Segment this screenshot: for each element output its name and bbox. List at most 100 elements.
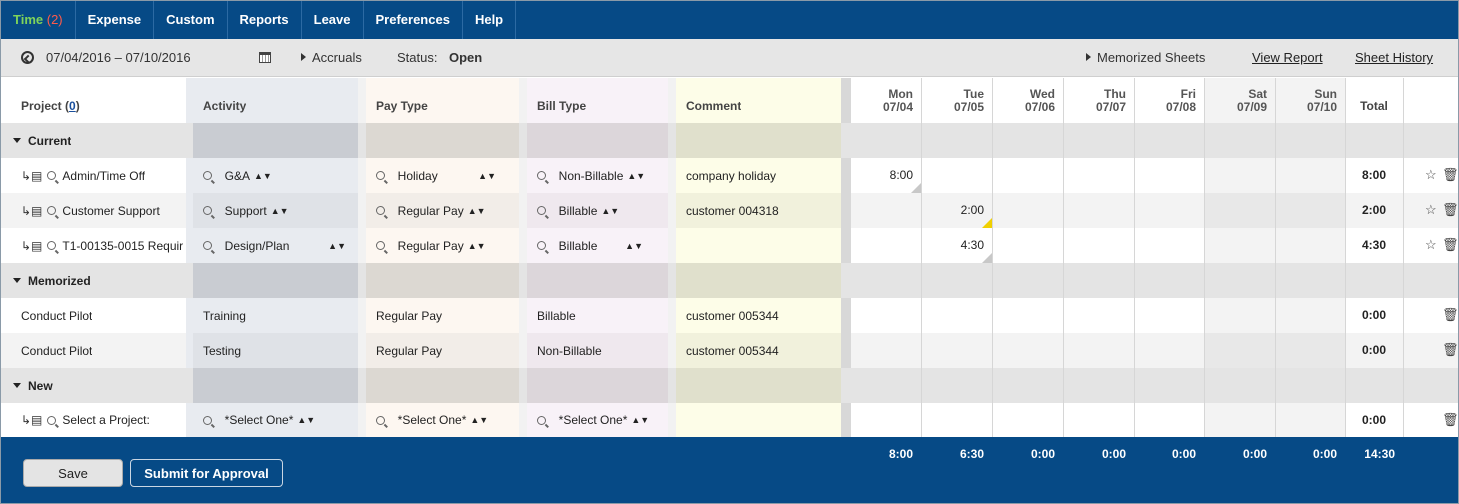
search-icon[interactable]: [47, 415, 57, 425]
hours-tue[interactable]: 4:30: [921, 238, 984, 252]
tab-time[interactable]: Time (2): [1, 1, 76, 39]
trash-icon[interactable]: 🗑: [1442, 167, 1458, 183]
search-icon[interactable]: [537, 171, 546, 180]
search-icon[interactable]: [376, 241, 385, 250]
sheet-history-link[interactable]: Sheet History: [1355, 39, 1433, 77]
section-current-label[interactable]: Current: [13, 123, 71, 158]
project-cell[interactable]: ↳▤ Customer Support: [21, 193, 160, 228]
link-copy-icon[interactable]: ↳▤: [21, 239, 42, 253]
comment-field[interactable]: customer 004318: [686, 193, 779, 228]
previous-period-icon[interactable]: [21, 39, 34, 77]
link-copy-icon[interactable]: ↳▤: [21, 169, 42, 183]
project-cell[interactable]: ↳▤ Select a Project:: [21, 403, 150, 437]
search-icon[interactable]: [537, 241, 546, 250]
star-icon[interactable]: ☆: [1425, 202, 1437, 218]
row-total: 2:00: [1361, 203, 1387, 217]
timesheet-grid: Project (0) Activity Pay Type Bill Type …: [1, 78, 1458, 437]
paytype-select[interactable]: Regular Pay ▲▼: [376, 193, 486, 228]
updown-arrows-icon: ▲▼: [627, 170, 646, 181]
day-total-sun: 0:00: [1312, 447, 1337, 461]
trash-icon[interactable]: 🗑: [1442, 412, 1458, 428]
activity-select[interactable]: Support ▲▼: [203, 193, 289, 228]
top-nav: Time (2) Expense Custom Reports Leave Pr…: [1, 1, 1458, 39]
day-total-thu: 0:00: [1101, 447, 1126, 461]
search-icon[interactable]: [47, 241, 57, 250]
updown-arrows-icon: ▲▼: [270, 205, 289, 216]
tab-help[interactable]: Help: [463, 1, 517, 39]
toolbar: 07/04/2016 – 07/10/2016 Accruals Status:…: [1, 39, 1458, 77]
billtype-select[interactable]: Billable ▲▼: [537, 228, 643, 263]
tab-reports[interactable]: Reports: [228, 1, 302, 39]
project-count-link[interactable]: 0: [69, 99, 76, 113]
section-new-label[interactable]: New: [13, 368, 53, 403]
comment-field[interactable]: company holiday: [686, 158, 776, 193]
tab-preferences[interactable]: Preferences: [364, 1, 463, 39]
note-corner[interactable]: [911, 183, 921, 193]
day-header-thu: Thu 07/07: [1095, 87, 1126, 114]
table-row: ↳▤ Customer Support Support ▲▼ Regular Pay…: [1, 193, 1458, 228]
paytype-select[interactable]: Regular Pay ▲▼: [376, 228, 486, 263]
trash-icon[interactable]: 🗑: [1442, 237, 1458, 253]
updown-arrows-icon: ▲▼: [625, 240, 643, 251]
search-icon[interactable]: [537, 415, 546, 425]
hours-tue[interactable]: 2:00: [921, 203, 984, 217]
tab-leave[interactable]: Leave: [302, 1, 364, 39]
note-corner[interactable]: [982, 253, 992, 263]
calendar-icon[interactable]: [259, 39, 271, 77]
accruals-label: Accruals: [312, 50, 362, 65]
updown-arrows-icon: ▲▼: [478, 170, 496, 181]
project-header: Project (0): [21, 99, 80, 113]
updown-arrows-icon: ▲▼: [470, 415, 489, 425]
tab-time-label: Time: [13, 12, 44, 27]
billtype-select[interactable]: Non-Billable ▲▼: [537, 158, 645, 193]
section-memorized[interactable]: Memorized: [1, 263, 1458, 298]
section-new[interactable]: New: [1, 368, 1458, 403]
activity-select[interactable]: *Select One* ▲▼: [203, 403, 315, 437]
accruals-toggle[interactable]: Accruals: [301, 39, 362, 77]
search-icon[interactable]: [537, 206, 546, 215]
search-icon[interactable]: [203, 415, 212, 425]
tab-expense[interactable]: Expense: [76, 1, 155, 39]
memorized-sheets-toggle[interactable]: Memorized Sheets: [1086, 39, 1205, 77]
section-current[interactable]: Current: [1, 123, 1458, 158]
project-cell[interactable]: ↳▤ Admin/Time Off: [21, 158, 145, 193]
project-cell: Conduct Pilot: [21, 308, 93, 323]
note-corner[interactable]: [982, 218, 992, 228]
search-icon[interactable]: [376, 415, 385, 425]
section-memorized-label[interactable]: Memorized: [13, 263, 91, 298]
hours-mon[interactable]: 8:00: [851, 168, 913, 182]
comment-cell: customer 005344: [686, 308, 779, 323]
search-icon[interactable]: [203, 241, 212, 250]
search-icon[interactable]: [47, 171, 57, 180]
activity-select[interactable]: G&A ▲▼: [203, 158, 272, 193]
star-icon[interactable]: ☆: [1425, 237, 1437, 253]
billtype-select[interactable]: Billable ▲▼: [537, 193, 619, 228]
paytype-select[interactable]: Holiday ▲▼: [376, 158, 496, 193]
tab-custom[interactable]: Custom: [154, 1, 228, 39]
comment-cell: customer 005344: [686, 343, 779, 358]
trash-icon[interactable]: 🗑: [1442, 202, 1458, 218]
link-copy-icon[interactable]: ↳▤: [21, 204, 42, 218]
search-icon[interactable]: [376, 206, 385, 215]
search-icon[interactable]: [376, 171, 385, 180]
paytype-select[interactable]: *Select One* ▲▼: [376, 403, 488, 437]
billtype-select[interactable]: *Select One* ▲▼: [537, 403, 649, 437]
day-header-sat: Sat 07/09: [1236, 87, 1267, 114]
search-icon[interactable]: [47, 206, 57, 215]
trash-icon[interactable]: 🗑: [1442, 307, 1458, 323]
row-total: 4:30: [1361, 238, 1387, 252]
day-total-sat: 0:00: [1242, 447, 1267, 461]
tab-time-count: (2): [46, 12, 63, 27]
search-icon[interactable]: [203, 171, 212, 180]
star-icon[interactable]: ☆: [1425, 167, 1437, 183]
save-button[interactable]: Save: [23, 459, 123, 487]
search-icon[interactable]: [203, 206, 212, 215]
trash-icon[interactable]: 🗑: [1442, 342, 1458, 358]
activity-select[interactable]: Design/Plan ▲▼: [203, 228, 346, 263]
view-report-link[interactable]: View Report: [1252, 39, 1323, 77]
updown-arrows-icon: ▲▼: [467, 240, 486, 251]
link-copy-icon[interactable]: ↳▤: [21, 413, 42, 427]
submit-for-approval-button[interactable]: Submit for Approval: [130, 459, 283, 487]
footer: Save Submit for Approval 8:00 6:30 0:00 …: [1, 437, 1458, 503]
project-cell[interactable]: ↳▤ T1-00135-0015 Requir: [21, 228, 186, 263]
